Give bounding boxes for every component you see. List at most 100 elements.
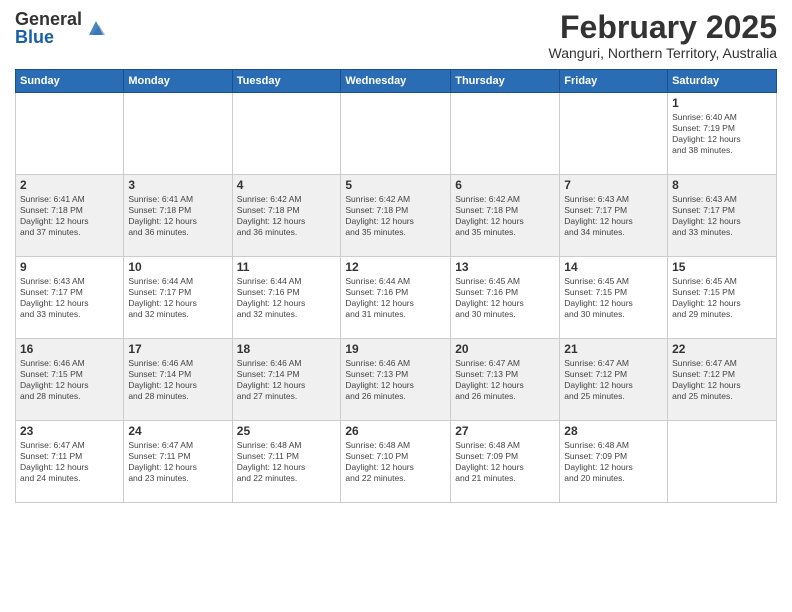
day-number: 18 xyxy=(237,342,337,356)
day-number: 27 xyxy=(455,424,555,438)
day-info: Sunrise: 6:42 AM Sunset: 7:18 PM Dayligh… xyxy=(455,194,555,238)
day-number: 20 xyxy=(455,342,555,356)
day-info: Sunrise: 6:44 AM Sunset: 7:17 PM Dayligh… xyxy=(128,276,227,320)
day-number: 7 xyxy=(564,178,663,192)
calendar-cell: 18 Sunrise: 6:46 AM Sunset: 7:14 PM Dayli… xyxy=(232,339,341,421)
calendar-cell: 20 Sunrise: 6:47 AM Sunset: 7:13 PM Dayli… xyxy=(451,339,560,421)
day-number: 22 xyxy=(672,342,772,356)
day-number: 23 xyxy=(20,424,119,438)
day-info: Sunrise: 6:47 AM Sunset: 7:13 PM Dayligh… xyxy=(455,358,555,402)
calendar-week-4: 23 Sunrise: 6:47 AM Sunset: 7:11 PM Dayli… xyxy=(16,421,777,503)
calendar-cell: 14 Sunrise: 6:45 AM Sunset: 7:15 PM Dayli… xyxy=(560,257,668,339)
day-info: Sunrise: 6:42 AM Sunset: 7:18 PM Dayligh… xyxy=(345,194,446,238)
col-saturday: Saturday xyxy=(668,70,777,93)
day-info: Sunrise: 6:48 AM Sunset: 7:09 PM Dayligh… xyxy=(564,440,663,484)
day-info: Sunrise: 6:46 AM Sunset: 7:15 PM Dayligh… xyxy=(20,358,119,402)
day-number: 19 xyxy=(345,342,446,356)
day-number: 10 xyxy=(128,260,227,274)
calendar-cell: 17Sunrise: 6:46 AM Sunset: 7:14 PM Dayli… xyxy=(124,339,232,421)
day-info: Sunrise: 6:41 AM Sunset: 7:18 PM Dayligh… xyxy=(20,194,119,238)
calendar-cell: 24 Sunrise: 6:47 AM Sunset: 7:11 PM Dayli… xyxy=(124,421,232,503)
day-info: Sunrise: 6:46 AM Sunset: 7:14 PM Dayligh… xyxy=(237,358,337,402)
day-number: 11 xyxy=(237,260,337,274)
day-info: Sunrise: 6:44 AM Sunset: 7:16 PM Dayligh… xyxy=(345,276,446,320)
calendar-cell: 4 Sunrise: 6:42 AM Sunset: 7:18 PM Daylig… xyxy=(232,175,341,257)
calendar-cell xyxy=(451,93,560,175)
calendar-week-0: 1 Sunrise: 6:40 AM Sunset: 7:19 PM Daylig… xyxy=(16,93,777,175)
day-number: 26 xyxy=(345,424,446,438)
day-info: Sunrise: 6:47 AM Sunset: 7:12 PM Dayligh… xyxy=(564,358,663,402)
day-number: 1 xyxy=(672,96,772,110)
day-number: 6 xyxy=(455,178,555,192)
calendar-cell: 26Sunrise: 6:48 AM Sunset: 7:10 PM Dayli… xyxy=(341,421,451,503)
day-number: 4 xyxy=(237,178,337,192)
calendar-cell xyxy=(560,93,668,175)
calendar-cell xyxy=(341,93,451,175)
calendar-cell: 10 Sunrise: 6:44 AM Sunset: 7:17 PM Dayli… xyxy=(124,257,232,339)
calendar-cell: 5Sunrise: 6:42 AM Sunset: 7:18 PM Daylig… xyxy=(341,175,451,257)
calendar-cell: 6 Sunrise: 6:42 AM Sunset: 7:18 PM Daylig… xyxy=(451,175,560,257)
calendar-cell: 16 Sunrise: 6:46 AM Sunset: 7:15 PM Dayli… xyxy=(16,339,124,421)
day-info: Sunrise: 6:45 AM Sunset: 7:15 PM Dayligh… xyxy=(564,276,663,320)
day-number: 14 xyxy=(564,260,663,274)
calendar-week-2: 9 Sunrise: 6:43 AM Sunset: 7:17 PM Daylig… xyxy=(16,257,777,339)
calendar-week-3: 16 Sunrise: 6:46 AM Sunset: 7:15 PM Dayli… xyxy=(16,339,777,421)
calendar-cell xyxy=(16,93,124,175)
calendar-cell: 12 Sunrise: 6:44 AM Sunset: 7:16 PM Dayli… xyxy=(341,257,451,339)
day-number: 16 xyxy=(20,342,119,356)
day-number: 25 xyxy=(237,424,337,438)
calendar-cell: 22 Sunrise: 6:47 AM Sunset: 7:12 PM Dayli… xyxy=(668,339,777,421)
day-number: 2 xyxy=(20,178,119,192)
day-info: Sunrise: 6:47 AM Sunset: 7:11 PM Dayligh… xyxy=(128,440,227,484)
calendar-cell xyxy=(668,421,777,503)
day-info: Sunrise: 6:48 AM Sunset: 7:09 PM Dayligh… xyxy=(455,440,555,484)
calendar-cell: 15 Sunrise: 6:45 AM Sunset: 7:15 PM Dayli… xyxy=(668,257,777,339)
day-info: Sunrise: 6:42 AM Sunset: 7:18 PM Dayligh… xyxy=(237,194,337,238)
day-number: 3 xyxy=(128,178,227,192)
logo-blue-text: Blue xyxy=(15,27,54,47)
main-container: General Blue February 2025 Wanguri, Nort… xyxy=(0,0,792,513)
day-info: Sunrise: 6:44 AM Sunset: 7:16 PM Dayligh… xyxy=(237,276,337,320)
calendar-cell xyxy=(124,93,232,175)
day-number: 21 xyxy=(564,342,663,356)
calendar-cell: 11 Sunrise: 6:44 AM Sunset: 7:16 PM Dayli… xyxy=(232,257,341,339)
calendar-week-1: 2 Sunrise: 6:41 AM Sunset: 7:18 PM Daylig… xyxy=(16,175,777,257)
location-title: Wanguri, Northern Territory, Australia xyxy=(549,45,778,61)
day-info: Sunrise: 6:43 AM Sunset: 7:17 PM Dayligh… xyxy=(20,276,119,320)
day-info: Sunrise: 6:45 AM Sunset: 7:15 PM Dayligh… xyxy=(672,276,772,320)
col-sunday: Sunday xyxy=(16,70,124,93)
day-info: Sunrise: 6:43 AM Sunset: 7:17 PM Dayligh… xyxy=(672,194,772,238)
month-title: February 2025 xyxy=(549,10,778,45)
col-thursday: Thursday xyxy=(451,70,560,93)
day-info: Sunrise: 6:43 AM Sunset: 7:17 PM Dayligh… xyxy=(564,194,663,238)
calendar-cell: 9 Sunrise: 6:43 AM Sunset: 7:17 PM Daylig… xyxy=(16,257,124,339)
calendar-cell: 3 Sunrise: 6:41 AM Sunset: 7:18 PM Daylig… xyxy=(124,175,232,257)
calendar-cell: 13Sunrise: 6:45 AM Sunset: 7:16 PM Dayli… xyxy=(451,257,560,339)
day-number: 12 xyxy=(345,260,446,274)
calendar-cell xyxy=(232,93,341,175)
day-number: 15 xyxy=(672,260,772,274)
calendar-cell: 2 Sunrise: 6:41 AM Sunset: 7:18 PM Daylig… xyxy=(16,175,124,257)
day-info: Sunrise: 6:46 AM Sunset: 7:13 PM Dayligh… xyxy=(345,358,446,402)
calendar-cell: 23Sunrise: 6:47 AM Sunset: 7:11 PM Dayli… xyxy=(16,421,124,503)
day-number: 9 xyxy=(20,260,119,274)
calendar-header-row: Sunday Monday Tuesday Wednesday Thursday… xyxy=(16,70,777,93)
calendar-cell: 1 Sunrise: 6:40 AM Sunset: 7:19 PM Daylig… xyxy=(668,93,777,175)
day-info: Sunrise: 6:47 AM Sunset: 7:12 PM Dayligh… xyxy=(672,358,772,402)
calendar-cell: 7 Sunrise: 6:43 AM Sunset: 7:17 PM Daylig… xyxy=(560,175,668,257)
col-monday: Monday xyxy=(124,70,232,93)
day-info: Sunrise: 6:48 AM Sunset: 7:11 PM Dayligh… xyxy=(237,440,337,484)
calendar-cell: 19 Sunrise: 6:46 AM Sunset: 7:13 PM Dayli… xyxy=(341,339,451,421)
day-number: 8 xyxy=(672,178,772,192)
col-tuesday: Tuesday xyxy=(232,70,341,93)
logo-general-text: General xyxy=(15,9,82,29)
day-info: Sunrise: 6:41 AM Sunset: 7:18 PM Dayligh… xyxy=(128,194,227,238)
day-info: Sunrise: 6:40 AM Sunset: 7:19 PM Dayligh… xyxy=(672,112,772,156)
day-number: 13 xyxy=(455,260,555,274)
calendar-cell: 27 Sunrise: 6:48 AM Sunset: 7:09 PM Dayli… xyxy=(451,421,560,503)
day-number: 24 xyxy=(128,424,227,438)
calendar-cell: 8 Sunrise: 6:43 AM Sunset: 7:17 PM Daylig… xyxy=(668,175,777,257)
title-block: February 2025 Wanguri, Northern Territor… xyxy=(549,10,778,61)
calendar-cell: 21 Sunrise: 6:47 AM Sunset: 7:12 PM Dayli… xyxy=(560,339,668,421)
day-number: 17 xyxy=(128,342,227,356)
